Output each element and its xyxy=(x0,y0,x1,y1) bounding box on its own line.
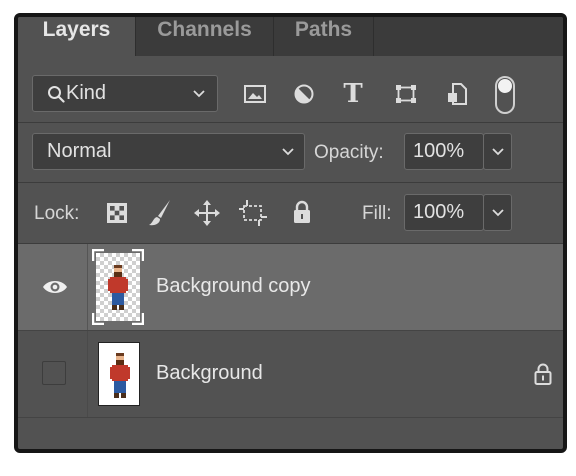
fill-input[interactable]: 100% xyxy=(404,194,484,231)
layer-lock-icon xyxy=(534,363,552,385)
tab-layers-label: Layers xyxy=(42,17,111,41)
filter-toggle[interactable] xyxy=(495,76,515,114)
lock-artboard-icon[interactable] xyxy=(239,200,267,226)
search-icon xyxy=(48,86,65,103)
smart-object-filter-icon[interactable] xyxy=(447,83,467,105)
lock-transparent-pixels-icon[interactable] xyxy=(107,203,127,223)
tab-paths-label: Paths xyxy=(294,17,353,41)
chevron-down-icon xyxy=(492,209,504,217)
kind-filter-label: Kind xyxy=(66,82,107,104)
visibility-empty-box xyxy=(42,361,66,385)
tab-layers[interactable]: Layers xyxy=(18,17,136,56)
opacity-dropdown-button[interactable] xyxy=(483,133,512,170)
lock-position-icon[interactable] xyxy=(194,200,220,226)
tab-channels[interactable]: Channels xyxy=(136,17,274,56)
chevron-down-icon xyxy=(193,90,205,98)
layer-row-background-copy[interactable]: Background copy xyxy=(18,244,563,330)
visibility-toggle[interactable] xyxy=(18,331,88,417)
visibility-toggle[interactable] xyxy=(18,244,88,330)
layers-panel: Layers Channels Paths Kind T Normal Opac… xyxy=(14,13,567,453)
lumberjack-figure xyxy=(110,353,130,398)
layer-name[interactable]: Background xyxy=(156,362,263,385)
kind-filter-dropdown[interactable]: Kind xyxy=(32,75,218,112)
opacity-label: Opacity: xyxy=(314,142,384,163)
image-filter-icon[interactable] xyxy=(244,85,266,103)
shape-filter-icon[interactable] xyxy=(395,84,417,104)
filter-toggle-knob xyxy=(498,79,512,93)
layer-thumbnail xyxy=(98,342,140,406)
chevron-down-icon xyxy=(492,148,504,156)
eye-icon xyxy=(43,281,67,293)
blend-mode-dropdown[interactable]: Normal xyxy=(32,133,305,170)
divider xyxy=(18,417,563,418)
type-filter-icon[interactable]: T xyxy=(341,79,365,109)
divider xyxy=(18,122,563,123)
blend-mode-value: Normal xyxy=(47,140,112,162)
divider xyxy=(18,182,563,183)
fill-dropdown-button[interactable] xyxy=(483,194,512,231)
tab-channels-label: Channels xyxy=(157,17,252,41)
fill-value: 100% xyxy=(413,201,465,223)
opacity-value: 100% xyxy=(413,140,465,162)
opacity-input[interactable]: 100% xyxy=(404,133,484,170)
lock-image-pixels-icon[interactable] xyxy=(148,199,172,227)
fill-label: Fill: xyxy=(362,203,392,224)
tab-paths[interactable]: Paths xyxy=(274,17,374,56)
chevron-down-icon xyxy=(282,148,294,156)
layer-row-background[interactable]: Background xyxy=(18,331,563,417)
adjustment-filter-icon[interactable] xyxy=(294,84,314,104)
layer-name[interactable]: Background copy xyxy=(156,275,311,298)
panel-tab-bar: Layers Channels Paths xyxy=(18,17,563,56)
thumbnail-selection-frame xyxy=(92,249,144,325)
lock-all-icon[interactable] xyxy=(292,200,312,224)
lock-label: Lock: xyxy=(34,203,80,224)
